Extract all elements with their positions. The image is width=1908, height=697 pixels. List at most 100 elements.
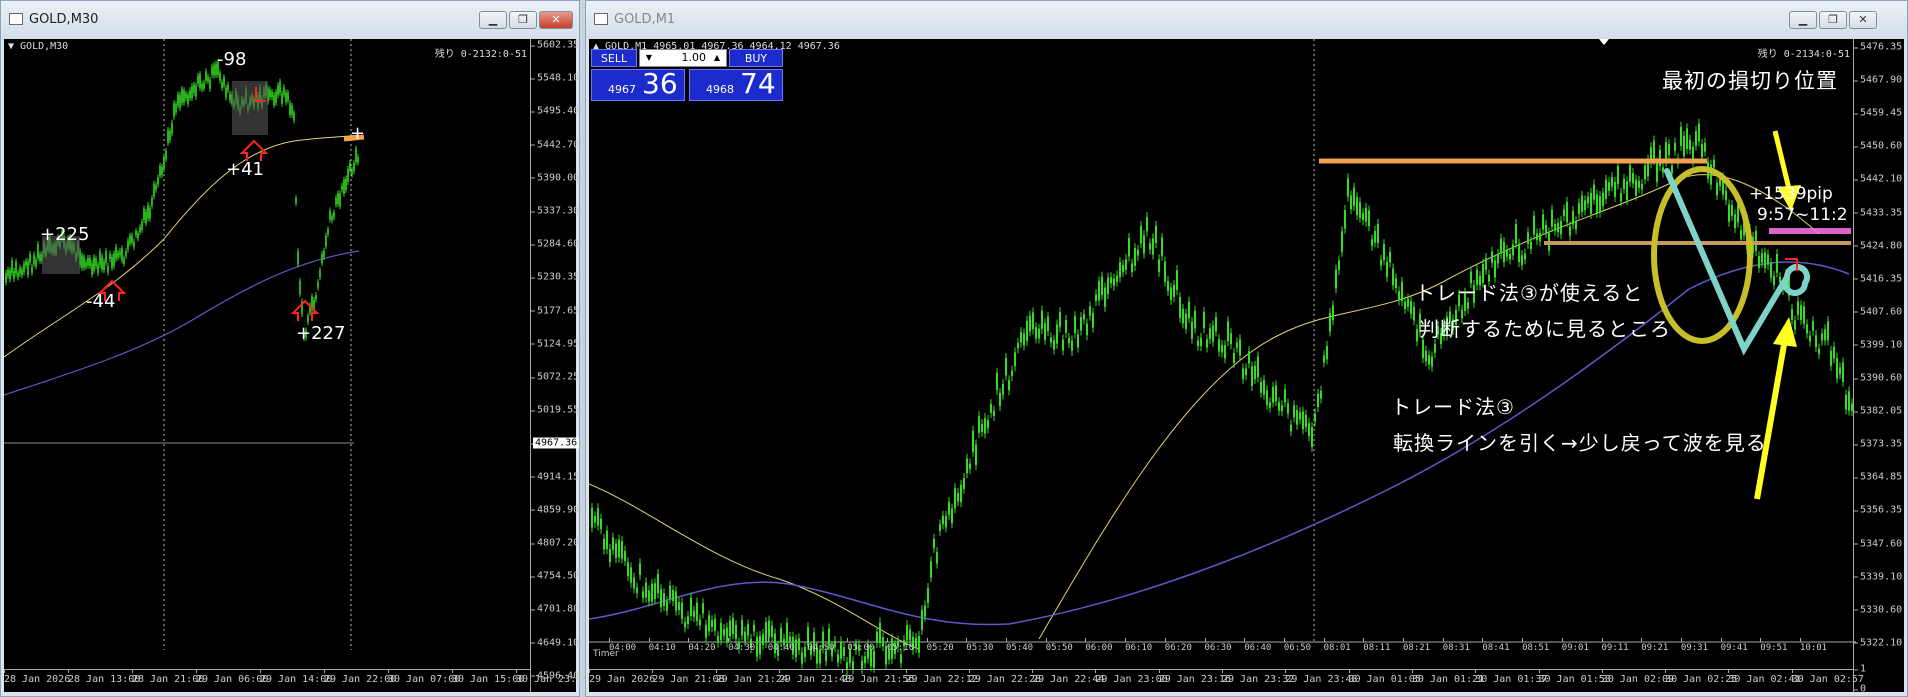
candle-body — [147, 205, 149, 219]
candle-body — [1815, 335, 1817, 348]
candle-body — [942, 515, 944, 525]
candle-body — [753, 624, 755, 632]
candle-body — [1560, 220, 1562, 235]
time-tick-label: 29 Jan 22:00 — [324, 669, 397, 685]
left-chart-area[interactable]: ▼ GOLD,M30 残り 0-2132:0-51 -98 +41 +225 -… — [4, 39, 588, 692]
price-tick-label: 5230.35 — [530, 271, 580, 283]
sell-price-box[interactable]: 4967 36 — [591, 67, 685, 101]
candle-body — [1614, 182, 1616, 197]
candle-body — [771, 625, 773, 637]
candle-body — [1632, 173, 1634, 184]
minimize-button[interactable]: ▁ — [479, 11, 507, 29]
candle-body — [1833, 346, 1835, 359]
candle-body — [1776, 253, 1778, 273]
price-tick-label: 4807.20 — [530, 537, 580, 549]
candle-body — [1167, 281, 1169, 292]
lot-decrease-icon[interactable]: ▼ — [642, 51, 656, 65]
candle-body — [1593, 184, 1595, 200]
candle-body — [1134, 248, 1136, 266]
restore-button[interactable]: ❐ — [509, 11, 537, 29]
right-titlebar[interactable]: GOLD,M1 ▁ ❐ ✕ — [586, 1, 1907, 39]
candle-body — [879, 622, 881, 643]
candle-body — [97, 264, 99, 274]
candle-body — [1191, 321, 1193, 339]
left-plot[interactable]: ▼ GOLD,M30 残り 0-2132:0-51 -98 +41 +225 -… — [4, 39, 588, 692]
candle-body — [1344, 210, 1346, 229]
candle-body — [1602, 192, 1604, 206]
candle-body — [1689, 139, 1691, 150]
right-chart-area[interactable]: ▲ GOLD,M1 4965.01 4967.36 4964.12 4967.3… — [589, 39, 1904, 695]
lot-increase-icon[interactable]: ▲ — [710, 51, 724, 65]
time-tick-label: 30 Jan 02:41 — [1728, 669, 1801, 685]
candle-body — [729, 620, 731, 637]
candle-body — [1404, 301, 1406, 309]
minimize-button[interactable]: ▁ — [1789, 11, 1817, 29]
candle-body — [133, 241, 135, 248]
right-plot[interactable]: ▲ GOLD,M1 4965.01 4967.36 4964.12 4967.3… — [589, 39, 1864, 692]
candle-body — [117, 252, 119, 258]
candle-body — [1671, 165, 1673, 174]
candle-body — [1629, 164, 1631, 182]
sell-button[interactable]: SELL — [591, 49, 637, 67]
price-tick-label: 5322.10 — [1853, 637, 1903, 649]
subwindow-time-label: 06:00 — [1085, 638, 1113, 653]
candle-body — [948, 501, 950, 515]
price-tick-label: 5347.60 — [1853, 538, 1903, 549]
candle-body — [1059, 312, 1061, 328]
candle-body — [319, 270, 321, 278]
candle-body — [1020, 332, 1022, 343]
close-button[interactable]: ✕ — [1849, 11, 1877, 29]
price-tick-label: 5373.35 — [1853, 438, 1903, 450]
candle-body — [1197, 340, 1199, 347]
candle-body — [1683, 136, 1685, 157]
candle-body — [1608, 182, 1610, 191]
indicator-tick-label: 0 — [1853, 683, 1867, 695]
candle-body — [1695, 131, 1697, 146]
subwindow-time-label: 08:31 — [1442, 638, 1470, 653]
candle-body — [323, 250, 325, 257]
candle-body — [984, 417, 986, 434]
candle-body — [924, 605, 926, 617]
candle-body — [1185, 313, 1187, 329]
left-price-axis[interactable]: 5602.35 5548.10 5495.40 5442.70 5390.00 5337.… — [530, 39, 580, 692]
candle-body — [618, 539, 620, 558]
candle-body — [341, 185, 343, 190]
candle-body — [1563, 209, 1565, 217]
candle-body — [277, 85, 279, 96]
time-tick-label: 28 Jan 2026 — [4, 669, 71, 685]
candle-body — [1110, 277, 1112, 284]
indicator-tick-label: 1 — [1853, 663, 1867, 675]
candle-body — [993, 410, 995, 416]
buy-price-box[interactable]: 4968 74 — [689, 67, 783, 101]
candle-body — [1527, 232, 1529, 244]
restore-button[interactable]: ❐ — [1819, 11, 1847, 29]
candle-body — [1221, 344, 1223, 353]
candle-body — [1668, 144, 1670, 155]
close-button[interactable]: ✕ — [539, 11, 573, 29]
candle-body — [681, 602, 683, 620]
right-remaining-time: 残り 0-2134:0-51 — [1757, 49, 1850, 60]
candle-body — [1842, 362, 1844, 382]
price-tick-label: 5433.35 — [1853, 207, 1903, 218]
candle-body — [181, 89, 183, 103]
candle-body — [1809, 335, 1811, 342]
lot-size-input[interactable]: ▼ 1.00 ▲ — [639, 49, 727, 67]
candle-body — [135, 231, 137, 236]
candle-body — [23, 263, 25, 273]
buy-button[interactable]: BUY — [729, 49, 783, 67]
right-price-axis[interactable]: 5476.35 5467.90 5459.45 5450.60 5442.10 5433.… — [1853, 39, 1904, 695]
candle-body — [639, 563, 641, 575]
candle-body — [349, 163, 351, 171]
candle-body — [1284, 389, 1286, 403]
candle-body — [1101, 276, 1103, 296]
candle-body — [101, 256, 103, 270]
candle-body — [1656, 162, 1658, 182]
price-tick-label: 4596.40 — [530, 670, 580, 682]
subwindow-time-label: 08:41 — [1482, 638, 1510, 653]
candle-body — [275, 91, 277, 103]
time-tick-label: 30 Jan 01:37 — [1475, 669, 1548, 685]
left-titlebar[interactable]: GOLD,M30 ▁ ❐ ✕ — [1, 1, 579, 39]
candle-body — [15, 261, 17, 274]
candle-body — [1623, 178, 1625, 189]
candle-body — [295, 197, 297, 204]
